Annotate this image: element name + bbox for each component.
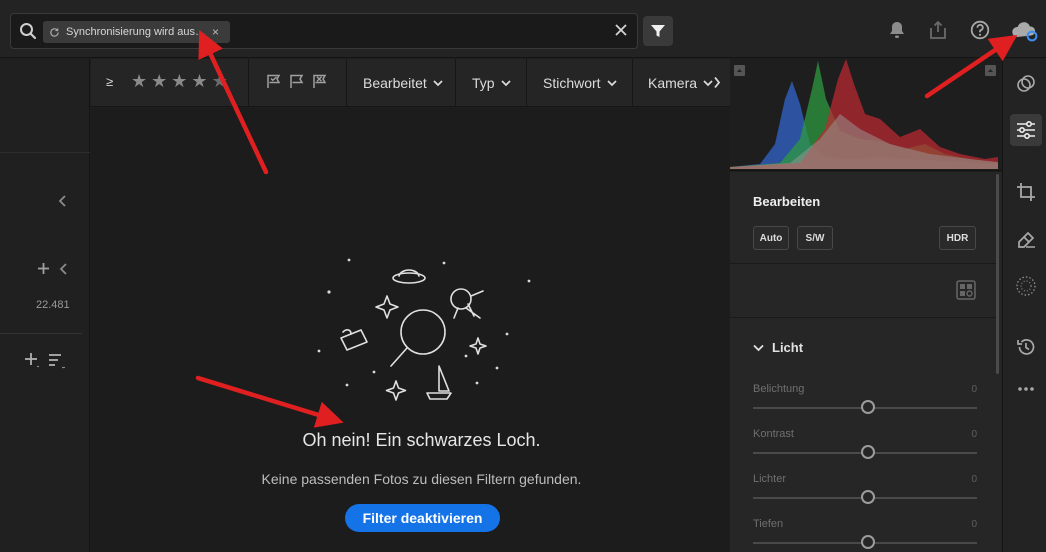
edit-panel-title: Bearbeiten xyxy=(753,194,821,209)
light-section-header[interactable]: Licht xyxy=(753,340,803,355)
star-icon[interactable]: ★ xyxy=(191,72,207,90)
bw-button[interactable]: S/W xyxy=(797,226,833,250)
compare-view-icon[interactable] xyxy=(956,280,976,305)
divider xyxy=(0,152,90,153)
sort-icon[interactable] xyxy=(48,353,66,374)
chevron-left-icon[interactable] xyxy=(58,262,68,281)
dropdown-label: Stichwort xyxy=(543,75,601,91)
crop-icon[interactable] xyxy=(1010,176,1042,208)
contrast-slider-handle[interactable] xyxy=(861,445,875,459)
empty-state-headline: Oh nein! Ein schwarzes Loch. xyxy=(302,430,541,450)
slider-label: Belichtung xyxy=(753,383,805,395)
auto-button[interactable]: Auto xyxy=(753,226,789,250)
dropdown-label: Kamera xyxy=(648,75,698,91)
funnel-icon xyxy=(651,25,665,37)
star-icon[interactable]: ★ xyxy=(171,72,187,90)
flag-filters xyxy=(266,74,327,94)
divider xyxy=(0,333,82,334)
chevron-down-icon xyxy=(606,79,617,86)
add-icon[interactable] xyxy=(37,262,50,280)
cloud-sync-icon[interactable] xyxy=(1011,20,1039,47)
slider-value[interactable]: 0 xyxy=(971,384,977,395)
histogram xyxy=(730,59,1002,171)
unflagged-icon[interactable] xyxy=(289,74,304,94)
tool-strip xyxy=(1002,59,1046,552)
shadows-slider-handle[interactable] xyxy=(861,535,875,549)
chip-remove-button[interactable]: × xyxy=(212,25,219,39)
chip-label: Synchronisierung wird aus… xyxy=(66,26,206,38)
disable-filters-button[interactable]: Filter deaktivieren xyxy=(345,504,500,532)
highlights-slider-handle[interactable] xyxy=(861,490,875,504)
dropdown-bearbeitet[interactable]: Bearbeitet xyxy=(363,75,443,91)
black-hole-illustration-icon xyxy=(317,258,531,401)
bell-icon[interactable] xyxy=(888,20,906,45)
more-icon[interactable] xyxy=(1010,373,1042,405)
scroll-right-chevron-icon[interactable] xyxy=(713,76,721,94)
edit-panel-scrollbar[interactable] xyxy=(996,174,999,374)
dropdown-kamera[interactable]: Kamera xyxy=(648,75,713,91)
top-bar: Synchronisierung wird aus… × xyxy=(0,0,1046,58)
clear-search-icon[interactable] xyxy=(613,22,629,43)
collapse-chevron-icon[interactable] xyxy=(57,194,67,213)
divider xyxy=(346,59,347,106)
presets-icon[interactable] xyxy=(1010,68,1042,100)
slider-label: Lichter xyxy=(753,473,787,485)
chevron-down-icon xyxy=(753,344,764,351)
versions-icon[interactable] xyxy=(1010,331,1042,363)
slider-value[interactable]: 0 xyxy=(971,474,977,485)
dropdown-label: Bearbeitet xyxy=(363,75,427,91)
slider-value[interactable]: 0 xyxy=(971,429,977,440)
histogram-chart xyxy=(730,59,998,169)
search-field[interactable]: Synchronisierung wird aus… × xyxy=(10,13,638,49)
empty-state-message: Keine passenden Fotos zu diesen Filtern … xyxy=(261,471,582,487)
filter-funnel-button[interactable] xyxy=(643,16,673,46)
divider xyxy=(730,263,998,264)
rating-operator[interactable]: ≥ xyxy=(106,74,113,89)
picked-flag-icon[interactable] xyxy=(266,74,281,94)
star-rating-filter[interactable]: ★ ★ ★ ★ ★ xyxy=(131,72,228,90)
dropdown-typ[interactable]: Typ xyxy=(472,75,511,91)
chevron-down-icon xyxy=(433,79,443,86)
healing-icon[interactable] xyxy=(1010,223,1042,255)
slider-value[interactable]: 0 xyxy=(971,519,977,530)
edit-panel: Bearbeiten Auto S/W HDR Licht Belichtung… xyxy=(730,172,1002,552)
edit-sliders-icon[interactable] xyxy=(1010,114,1042,146)
left-panel: 22.481 xyxy=(0,59,90,552)
help-icon[interactable] xyxy=(970,20,990,45)
masking-icon[interactable] xyxy=(1010,270,1042,302)
dropdown-label: Typ xyxy=(472,75,495,91)
hdr-button[interactable]: HDR xyxy=(939,226,976,250)
chevron-down-icon xyxy=(500,79,511,86)
chevron-down-icon xyxy=(703,79,713,86)
share-icon[interactable] xyxy=(929,20,947,45)
divider xyxy=(248,59,249,106)
divider xyxy=(632,59,633,106)
exposure-slider-handle[interactable] xyxy=(861,400,875,414)
photo-count: 22.481 xyxy=(36,299,70,311)
search-icon xyxy=(19,22,37,45)
add-album-icon[interactable] xyxy=(24,352,40,373)
star-icon[interactable]: ★ xyxy=(212,72,228,90)
star-icon[interactable]: ★ xyxy=(131,72,147,90)
dropdown-stichwort[interactable]: Stichwort xyxy=(543,75,617,91)
sync-icon xyxy=(49,27,60,38)
rejected-flag-icon[interactable] xyxy=(312,74,327,94)
slider-label: Kontrast xyxy=(753,428,794,440)
divider xyxy=(526,59,527,106)
slider-label: Tiefen xyxy=(753,518,784,530)
divider xyxy=(730,317,998,318)
sync-filter-chip[interactable]: Synchronisierung wird aus… × xyxy=(43,21,230,43)
star-icon[interactable]: ★ xyxy=(151,72,167,90)
photo-grid-empty-state: Oh nein! Ein schwarzes Loch. Keine passe… xyxy=(91,108,730,552)
divider xyxy=(455,59,456,106)
filter-bar: ≥ ★ ★ ★ ★ ★ Bearbeitet Typ Stichwort Kam… xyxy=(91,59,730,107)
section-label: Licht xyxy=(772,340,804,355)
